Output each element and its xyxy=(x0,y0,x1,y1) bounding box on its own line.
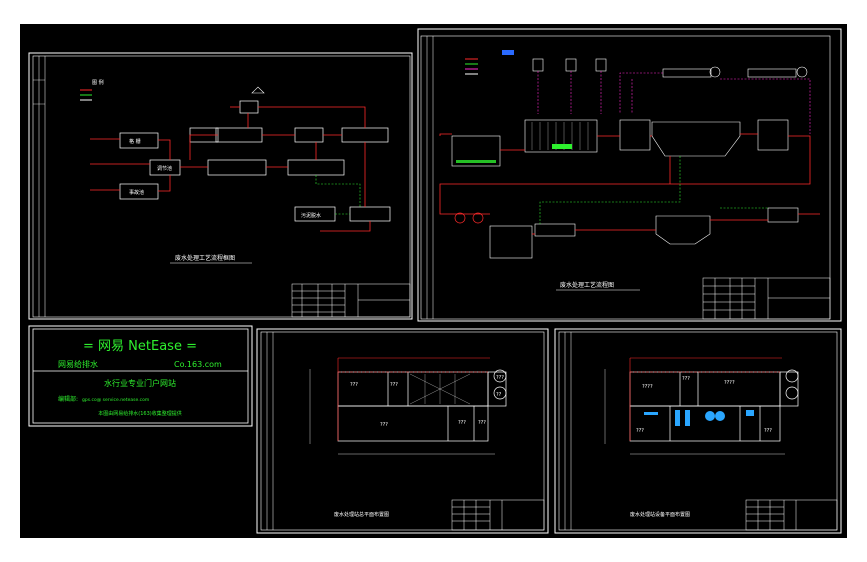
room-label: ??? xyxy=(458,420,466,426)
sludge-flow-lines xyxy=(315,175,361,215)
equipment-plan-red-edges xyxy=(629,357,782,441)
room-label: ???? xyxy=(642,384,653,390)
legend-title: 图 例 xyxy=(92,79,104,86)
pumps xyxy=(454,212,484,224)
room-label: ??? xyxy=(496,375,504,381)
room-label: ??? xyxy=(682,376,690,382)
sheet3-title: 废水处理站总平面布置图 xyxy=(334,511,389,518)
box-dewater-label: 污泥脱水 xyxy=(301,212,321,219)
sheet-site-plan: ??? ??? ??? ??? ??? ??? ?? 废水处理站总平面布置图 xyxy=(256,328,549,534)
treatment-tanks xyxy=(451,119,799,259)
room-label: ???? xyxy=(724,380,735,386)
dosing-lines xyxy=(537,71,811,134)
netease-brand: = 网易 NetEase = xyxy=(83,339,197,354)
sheet3-title-block xyxy=(451,499,545,531)
netease-channel: 网易给排水 xyxy=(58,359,98,369)
room-label: ??? xyxy=(380,422,388,428)
equipment-plan-rooms xyxy=(629,369,799,442)
sheet4-title-block xyxy=(745,499,838,531)
netease-contact-value: gps.co@ service.netease.com xyxy=(82,397,149,403)
site-plan-hatch xyxy=(409,373,471,405)
box-equalize-label: 调节池 xyxy=(157,165,172,172)
room-label: ??? xyxy=(350,382,358,388)
netease-domain: Co.163.com xyxy=(174,360,222,369)
netease-slogan: 水行业专业门户网站 xyxy=(104,378,176,388)
flow-legend xyxy=(465,50,514,75)
sheet-equipment-plan: ???? ???? ??? ??? ??? 废水处理站设备平面布置图 xyxy=(554,328,842,534)
box-grid-label: 格 栅 xyxy=(129,138,141,145)
room-label: ??? xyxy=(478,420,486,426)
netease-contact-label: 编辑部: xyxy=(58,395,78,403)
netease-footer: 本图由网易给排水(163)收集整理提供 xyxy=(98,410,181,417)
site-plan-red-edges xyxy=(337,357,490,441)
room-label: ??? xyxy=(390,382,398,388)
sheet1-title-block xyxy=(291,283,411,318)
sheet2-title-block xyxy=(702,277,831,320)
main-flow-lines xyxy=(439,133,820,235)
room-label: ?? xyxy=(496,392,502,398)
sheet-process-flow-diagram: 废水处理工艺流程图 xyxy=(417,28,842,322)
room-label: ??? xyxy=(636,428,644,434)
dosing-tanks xyxy=(532,58,808,78)
equipment-blocks xyxy=(644,410,754,426)
sludge-return-lines xyxy=(539,156,768,224)
process-boxes xyxy=(119,100,391,222)
box-accident-label: 事故池 xyxy=(129,189,144,196)
wastewater-flow-lines xyxy=(90,106,371,232)
sheet2-title: 废水处理工艺流程图 xyxy=(560,281,614,289)
cad-drawing-canvas: 图 例 格 栅 调节池 事故池 污泥脱水 废水处理工艺流程框图 废水处理工艺流程… xyxy=(20,24,847,538)
sheet4-title: 废水处理站设备平面布置图 xyxy=(630,511,690,518)
netease-info-panel: = 网易 NetEase = 网易给排水 Co.163.com 水行业专业门户网… xyxy=(28,325,253,427)
sheet-process-block-diagram: 图 例 格 栅 调节池 事故池 污泥脱水 废水处理工艺流程框图 xyxy=(28,52,413,320)
room-label: ??? xyxy=(764,428,772,434)
site-plan-rooms xyxy=(337,369,507,442)
sheet1-title: 废水处理工艺流程框图 xyxy=(175,254,235,262)
